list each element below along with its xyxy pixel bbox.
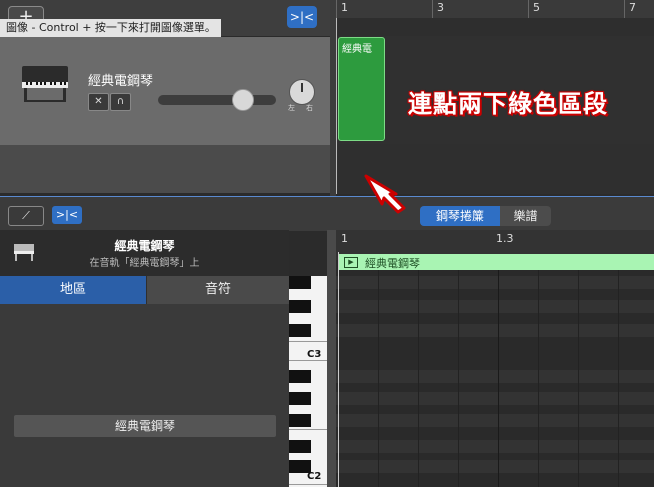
inspector-subtitle: 在音軌「經典電鋼琴」上 [89,258,200,269]
ruler-label: 1 [341,232,348,245]
instruction-callout: 連點兩下綠色區段 [408,90,608,118]
mute-icon: ✕ [94,96,103,107]
ruler-label: 3 [437,1,444,14]
tab-score[interactable]: 樂譜 [500,206,551,226]
ruler-label: 5 [533,1,540,14]
inspector-title: 經典電鋼琴 [114,239,175,253]
grid-row [336,276,654,289]
black-key[interactable] [289,276,311,289]
ruler-tick [624,0,625,18]
grid-row [336,370,654,383]
grid-column [418,270,419,487]
track-list-empty-area [0,145,330,193]
white-key-divider [289,360,327,361]
pointer-arrow-icon [364,174,406,214]
grid-column [378,270,379,487]
pan-right-label: 右 [306,104,313,112]
headphone-icon: ∩ [116,96,125,107]
grid-row [336,392,654,405]
tab-notes[interactable]: 音符 [147,276,289,304]
grid-column [538,270,539,487]
inspector-body [0,304,289,487]
grid-row [336,460,654,473]
black-key[interactable] [289,300,311,313]
pan-knob[interactable] [289,79,315,105]
editor-toolbar [0,196,654,231]
ruler-tick [336,0,337,18]
smart-filter-button[interactable]: >|< [287,6,317,28]
image-tooltip: 圖像 - Control + 按一下來打開圖像選單。 [0,19,221,37]
editor-divider [327,230,336,487]
electric-piano-icon[interactable] [16,64,74,104]
tab-piano-roll[interactable]: 鋼琴捲簾 [420,206,500,226]
editor-ruler[interactable] [336,230,654,252]
midi-region-title: 經典電 [342,44,372,55]
grid-column [578,270,579,487]
play-icon: ▶ [344,257,358,268]
ruler[interactable] [336,0,654,19]
pan-left-label: 左 [288,104,295,112]
ruler-tick [432,0,433,18]
grid-column [618,270,619,487]
grid-column [498,270,499,487]
black-key[interactable] [289,392,311,405]
mute-button[interactable]: ✕ [88,93,109,111]
black-key[interactable] [289,370,311,383]
black-key[interactable] [289,414,311,427]
grid-row [336,440,654,453]
grid-column [458,270,459,487]
ruler-tick [528,0,529,18]
grid-row [336,414,654,427]
grid-row [336,324,654,337]
grid-row [336,300,654,313]
catch-playhead-button[interactable]: ⟋ [8,206,44,226]
region-header-title: 經典電鋼琴 [365,257,420,270]
playhead[interactable] [336,18,337,194]
ruler-label: 7 [629,1,636,14]
solo-button[interactable]: ∩ [110,93,131,111]
tab-region[interactable]: 地區 [0,276,146,304]
editor-playhead[interactable] [338,252,339,487]
white-key-divider [289,429,327,430]
keyboard-label-c3: C3 [307,349,322,360]
white-key-divider [289,484,327,485]
ruler-label: 1.3 [496,232,514,245]
black-key[interactable] [289,324,311,337]
region-name-field[interactable]: 經典電鋼琴 [14,415,276,437]
ruler-label: 1 [341,1,348,14]
white-key-divider [289,341,327,342]
editor-filter-button[interactable]: >|< [52,206,82,224]
black-key[interactable] [289,440,311,453]
track-name[interactable]: 經典電鋼琴 [88,70,153,89]
ruler-sub-bar [336,18,654,36]
volume-slider-thumb[interactable] [232,89,254,111]
keyboard-label-c2: C2 [307,471,322,482]
volume-slider[interactable] [158,95,276,105]
